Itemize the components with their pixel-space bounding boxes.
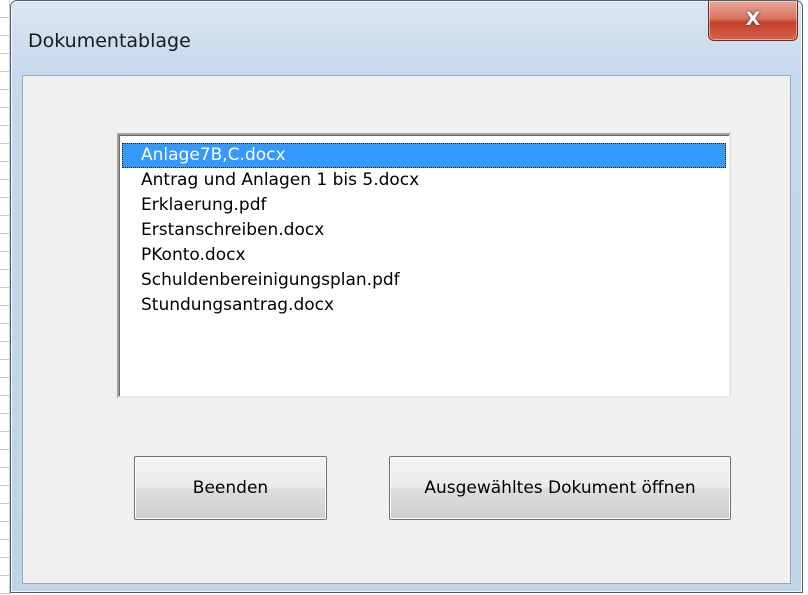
close-icon: X [745, 8, 761, 30]
open-button-label: Ausgewähltes Dokument öffnen [424, 478, 696, 498]
list-item[interactable]: Schuldenbereinigungsplan.pdf [122, 268, 726, 293]
list-item[interactable]: Erklaerung.pdf [122, 193, 726, 218]
list-item[interactable]: Erstanschreiben.docx [122, 218, 726, 243]
close-button[interactable]: X [708, 1, 798, 41]
document-listbox[interactable]: Anlage7B,C.docx Antrag und Anlagen 1 bis… [117, 133, 731, 398]
list-item[interactable]: Stundungsantrag.docx [122, 293, 726, 318]
title-bar[interactable]: Dokumentablage X [11, 1, 802, 75]
open-selected-document-button[interactable]: Ausgewähltes Dokument öffnen [389, 456, 731, 520]
background-spreadsheet-edge [0, 0, 10, 595]
list-item[interactable]: PKonto.docx [122, 243, 726, 268]
window-title: Dokumentablage [28, 30, 191, 52]
list-item[interactable]: Antrag und Anlagen 1 bis 5.docx [122, 168, 726, 193]
quit-button[interactable]: Beenden [134, 456, 327, 520]
quit-button-label: Beenden [192, 478, 269, 498]
screen: Dokumentablage X Anlage7B,C.docx Antrag … [0, 0, 808, 595]
dialog-client-area: Anlage7B,C.docx Antrag und Anlagen 1 bis… [22, 75, 791, 584]
list-item[interactable]: Anlage7B,C.docx [122, 143, 726, 168]
dialog-window: Dokumentablage X Anlage7B,C.docx Antrag … [10, 0, 803, 593]
